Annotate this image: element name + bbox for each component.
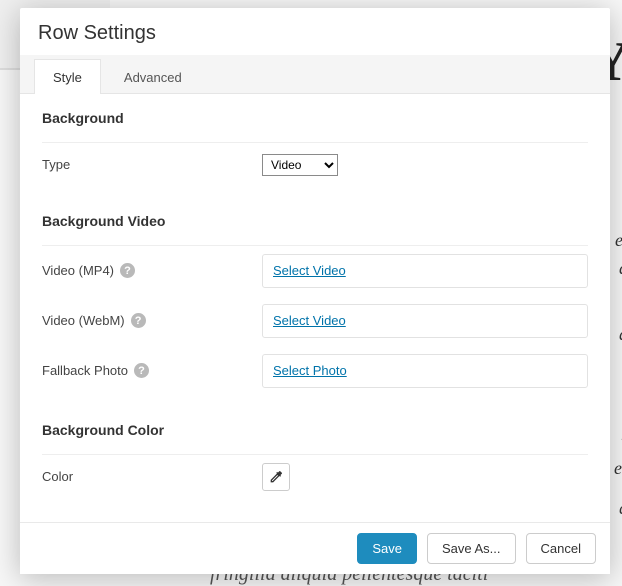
settings-body[interactable]: Background Type None Color Photo Video B… <box>20 94 610 522</box>
field-video-webm-label: Video (WebM) ? <box>42 313 262 328</box>
field-type: Type None Color Photo Video <box>42 143 588 187</box>
section-background-video-heading: Background Video <box>42 197 588 237</box>
field-fallback-photo-control: Select Photo <box>262 354 588 388</box>
section-background-color: Background Color Color <box>42 406 588 509</box>
eyedropper-icon <box>268 469 284 485</box>
section-background-heading: Background <box>42 94 588 134</box>
field-color-label: Color <box>42 469 262 484</box>
tab-advanced-label: Advanced <box>124 70 182 85</box>
field-fallback-photo: Fallback Photo ? Select Photo <box>42 346 588 396</box>
type-select[interactable]: None Color Photo Video <box>262 154 338 176</box>
cancel-button[interactable]: Cancel <box>526 533 596 564</box>
field-video-mp4-label-text: Video (MP4) <box>42 263 114 278</box>
field-video-mp4: Video (MP4) ? Select Video <box>42 246 588 296</box>
tab-style-label: Style <box>53 70 82 85</box>
tab-advanced[interactable]: Advanced <box>105 59 201 94</box>
modal-header: Row Settings <box>20 8 610 55</box>
modal-title: Row Settings <box>38 22 592 45</box>
field-type-control: None Color Photo Video <box>262 154 588 176</box>
field-fallback-photo-label-text: Fallback Photo <box>42 363 128 378</box>
tab-style[interactable]: Style <box>34 59 101 94</box>
save-button[interactable]: Save <box>357 533 417 564</box>
field-video-webm-label-text: Video (WebM) <box>42 313 125 328</box>
field-video-webm-control: Select Video <box>262 304 588 338</box>
video-mp4-picker[interactable]: Select Video <box>262 254 588 288</box>
row-settings-modal: Row Settings Style Advanced Background T… <box>20 8 610 574</box>
select-video-webm-link[interactable]: Select Video <box>273 313 346 328</box>
field-fallback-photo-label: Fallback Photo ? <box>42 363 262 378</box>
page-preview-strip: Y el a t d r e: q l <box>614 0 622 586</box>
section-background: Background Type None Color Photo Video <box>42 94 588 197</box>
help-icon[interactable]: ? <box>120 263 135 278</box>
field-type-label: Type <box>42 157 262 172</box>
page-preview-frag: e: <box>614 458 622 479</box>
fallback-photo-picker[interactable]: Select Photo <box>262 354 588 388</box>
color-picker-button[interactable] <box>262 463 290 491</box>
save-as-button[interactable]: Save As... <box>427 533 516 564</box>
field-color: Color <box>42 455 588 499</box>
field-color-control <box>262 463 588 491</box>
tabs-bar: Style Advanced <box>20 55 610 94</box>
help-icon[interactable]: ? <box>131 313 146 328</box>
spacer <box>42 509 588 522</box>
section-background-video: Background Video Video (MP4) ? Select Vi… <box>42 197 588 406</box>
field-video-mp4-label: Video (MP4) ? <box>42 263 262 278</box>
select-fallback-photo-link[interactable]: Select Photo <box>273 363 347 378</box>
video-webm-picker[interactable]: Select Video <box>262 304 588 338</box>
field-video-mp4-control: Select Video <box>262 254 588 288</box>
modal-footer: Save Save As... Cancel <box>20 522 610 574</box>
page-preview-frag: el <box>615 230 622 251</box>
section-background-color-heading: Background Color <box>42 406 588 446</box>
help-icon[interactable]: ? <box>134 363 149 378</box>
select-video-mp4-link[interactable]: Select Video <box>273 263 346 278</box>
field-video-webm: Video (WebM) ? Select Video <box>42 296 588 346</box>
